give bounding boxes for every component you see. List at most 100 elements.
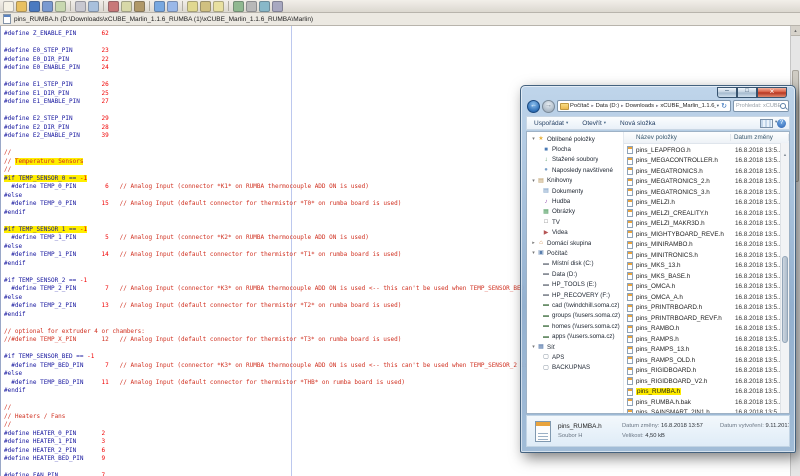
breadcrumb-item-downloads[interactable]: Downloads [625,103,654,109]
save-all-icon[interactable] [42,1,53,12]
sidebar-item-apps-users-soma-cz[interactable]: ▬apps (\\users.soma.cz) [527,331,623,341]
file-row-pins-minitronics-h[interactable]: pins_MINITRONICS.h16.8.2018 13:5... [624,250,789,261]
file-row-pins-omca-h[interactable]: pins_OMCA.h16.8.2018 13:5... [624,282,789,293]
file-row-pins-rigidboard-v2-h[interactable]: pins_RIGIDBOARD_V2.h16.8.2018 13:5... [624,376,789,387]
file-row-pins-melzi-h[interactable]: pins_MELZI.h16.8.2018 13:5... [624,198,789,209]
code-explorer-icon[interactable] [259,1,270,12]
list-scrollbar[interactable] [780,143,789,413]
sidebar-item-homes-users-soma-cz[interactable]: ▬homes (\\users.soma.cz) [527,321,623,331]
sidebar-item-data-d[interactable]: ▬Data (D:) [527,269,623,279]
sidebar-item-po-ta[interactable]: ▾▣Počítač [527,248,623,258]
breadcrumb-item-data-d[interactable]: Data (D:) [596,103,620,109]
sidebar-item-obl-ben-polo-ky[interactable]: ▾★Oblíbené položky [527,134,623,144]
file-row-pins-ramps-13-h[interactable]: pins_RAMPS_13.h16.8.2018 13:5... [624,345,789,356]
expanded-arrow-icon[interactable]: ▾ [530,250,537,256]
file-row-pins-mightyboard-reve-h[interactable]: pins_MIGHTYBOARD_REVE.h16.8.2018 13:5... [624,229,789,240]
file-row-pins-sainsmart-2in1-h[interactable]: pins_SAINSMART_2IN1.h16.8.2018 13:5... [624,408,789,414]
find-icon[interactable] [187,1,198,12]
file-row-pins-megatronics-h[interactable]: pins_MEGATRONICS.h16.8.2018 13:5... [624,166,789,177]
find-next-icon[interactable] [213,1,224,12]
file-row-pins-mks-13-h[interactable]: pins_MKS_13.h16.8.2018 13:5... [624,261,789,272]
sidebar-item-groups-users-soma-cz[interactable]: ▬groups (\\users.soma.cz) [527,311,623,321]
undo-icon[interactable] [154,1,165,12]
print-icon[interactable] [75,1,86,12]
sidebar-item-naposledy-nav-t-ven[interactable]: ●Naposledy navštívené [527,165,623,175]
expanded-arrow-icon[interactable]: ▾ [530,178,537,184]
desktop-icon: ■ [542,147,550,153]
sidebar-item-sta-en-soubory[interactable]: ↓Stažené soubory [527,155,623,165]
copy-icon[interactable] [121,1,132,12]
refresh-icon[interactable] [720,103,728,110]
file-row-pins-megatronics-2-h[interactable]: pins_MEGATRONICS_2.h16.8.2018 13:5... [624,177,789,188]
file-row-pins-omca-a-h[interactable]: pins_OMCA_A.h16.8.2018 13:5... [624,292,789,303]
scroll-up-arrow-icon[interactable] [791,26,800,36]
cut-icon[interactable] [108,1,119,12]
paste-icon[interactable] [134,1,145,12]
fullscreen-icon[interactable] [272,1,283,12]
sidebar-item-hp-tools-e[interactable]: ▬HP_TOOLS (E:) [527,279,623,289]
minimize-button[interactable] [717,87,737,98]
help-icon[interactable] [777,119,786,128]
settings-icon[interactable] [246,1,257,12]
sidebar-item-plocha[interactable]: ■Plocha [527,144,623,154]
breadcrumb-item-po-ta[interactable]: Počítač [570,103,589,109]
redo-icon[interactable] [167,1,178,12]
save-icon[interactable] [29,1,40,12]
close-button[interactable] [757,87,787,98]
file-row-pins-rigidboard-h[interactable]: pins_RIGIDBOARD.h16.8.2018 13:5... [624,366,789,377]
file-row-pins-printrboard-h[interactable]: pins_PRINTRBOARD.h16.8.2018 13:5... [624,303,789,314]
sidebar-item-dokumenty[interactable]: ▤Dokumenty [527,186,623,196]
column-header-modified[interactable]: Datum změny [731,134,789,141]
file-row-pins-mks-base-h[interactable]: pins_MKS_BASE.h16.8.2018 13:5... [624,271,789,282]
organize-button[interactable]: Uspořádat [527,117,575,129]
sidebar-item-m-stn-disk-c[interactable]: ▬Místní disk (C:) [527,259,623,269]
sidebar-item-videa[interactable]: ▶Videa [527,228,623,238]
project-icon[interactable] [233,1,244,12]
file-row-pins-ramps-h[interactable]: pins_RAMPS.h16.8.2018 13:5... [624,334,789,345]
scroll-down-arrow-icon[interactable] [781,405,789,413]
new-file-icon[interactable] [3,1,14,12]
sidebar-item-cad-windchill-soma-cz[interactable]: ▬cad (\\windchill.soma.cz) [527,300,623,310]
address-dropdown-icon[interactable]: ▾ [717,103,719,109]
file-row-pins-rumba-h-bak[interactable]: pins_RUMBA.h.bak16.8.2018 13:5... [624,397,789,408]
address-bar[interactable]: Počítač▸Data (D:)▸Downloads▸xCUBE_Marlin… [557,100,731,112]
sidebar-item-hudba[interactable]: ♪Hudba [527,196,623,206]
change-view-icon[interactable] [760,119,773,128]
file-row-pins-rambo-h[interactable]: pins_RAMBO.h16.8.2018 13:5... [624,324,789,335]
expanded-arrow-icon[interactable]: ▾ [530,344,537,350]
scroll-up-arrow-icon[interactable] [781,143,789,151]
file-row-pins-ramps-old-h[interactable]: pins_RAMPS_OLD.h16.8.2018 13:5... [624,355,789,366]
sidebar-item-hp-recovery-f[interactable]: ▬HP_RECOVERY (F:) [527,290,623,300]
sidebar-item-aps[interactable]: ▢APS [527,352,623,362]
sidebar-item-knihovny[interactable]: ▾▤Knihovny [527,176,623,186]
preview-icon[interactable] [88,1,99,12]
search-box[interactable]: Prohledat: xCUBE_M... [733,100,789,112]
file-row-pins-minirambo-h[interactable]: pins_MINIRAMBO.h16.8.2018 13:5... [624,240,789,251]
collapsed-arrow-icon[interactable]: ▸ [530,240,537,246]
file-row-pins-melzi-creality-h[interactable]: pins_MELZI_CREALITY.h16.8.2018 13:5... [624,208,789,219]
reopen-icon[interactable] [55,1,66,12]
file-row-pins-rumba-h[interactable]: pins_RUMBA.h16.8.2018 13:5... [624,387,789,398]
editor-tab-title[interactable]: pins_RUMBA.h (D:\Downloads\xCUBE_Marlin_… [14,16,313,23]
sidebar-item-obr-zky[interactable]: ▦Obrázky [527,207,623,217]
column-header-name[interactable]: Název položky [624,134,731,141]
file-row-pins-leapfrog-h[interactable]: pins_LEAPFROG.h16.8.2018 13:5... [624,145,789,156]
maximize-button[interactable] [737,87,757,98]
breadcrumb-item-xcube-marlin-1-1-6-rumba-1[interactable]: xCUBE_Marlin_1.1.6_RUMBA (1) [660,103,715,109]
sidebar-item-s[interactable]: ▾▦Síť [527,342,623,352]
sidebar-item-dom-c-skupina[interactable]: ▸⌂Domácí skupina [527,238,623,248]
expanded-arrow-icon[interactable]: ▾ [530,136,537,142]
list-scroll-thumb[interactable] [782,256,788,342]
replace-icon[interactable] [200,1,211,12]
sidebar-item-backupnas[interactable]: ▢BACKUPNAS [527,363,623,373]
new-folder-button[interactable]: Nová složka [613,117,662,129]
file-row-pins-melzi-makr3d-h[interactable]: pins_MELZI_MAKR3D.h16.8.2018 13:5... [624,219,789,230]
file-row-pins-megacontroller-h[interactable]: pins_MEGACONTROLLER.h16.8.2018 13:5... [624,156,789,167]
open-button[interactable]: Otevřít [575,117,613,129]
forward-button[interactable] [542,100,555,113]
open-file-icon[interactable] [16,1,27,12]
back-button[interactable] [527,100,540,113]
file-row-pins-printrboard-revf-h[interactable]: pins_PRINTRBOARD_REVF.h16.8.2018 13:5... [624,313,789,324]
sidebar-item-tv[interactable]: □TV [527,217,623,227]
file-row-pins-megatronics-3-h[interactable]: pins_MEGATRONICS_3.h16.8.2018 13:5... [624,187,789,198]
